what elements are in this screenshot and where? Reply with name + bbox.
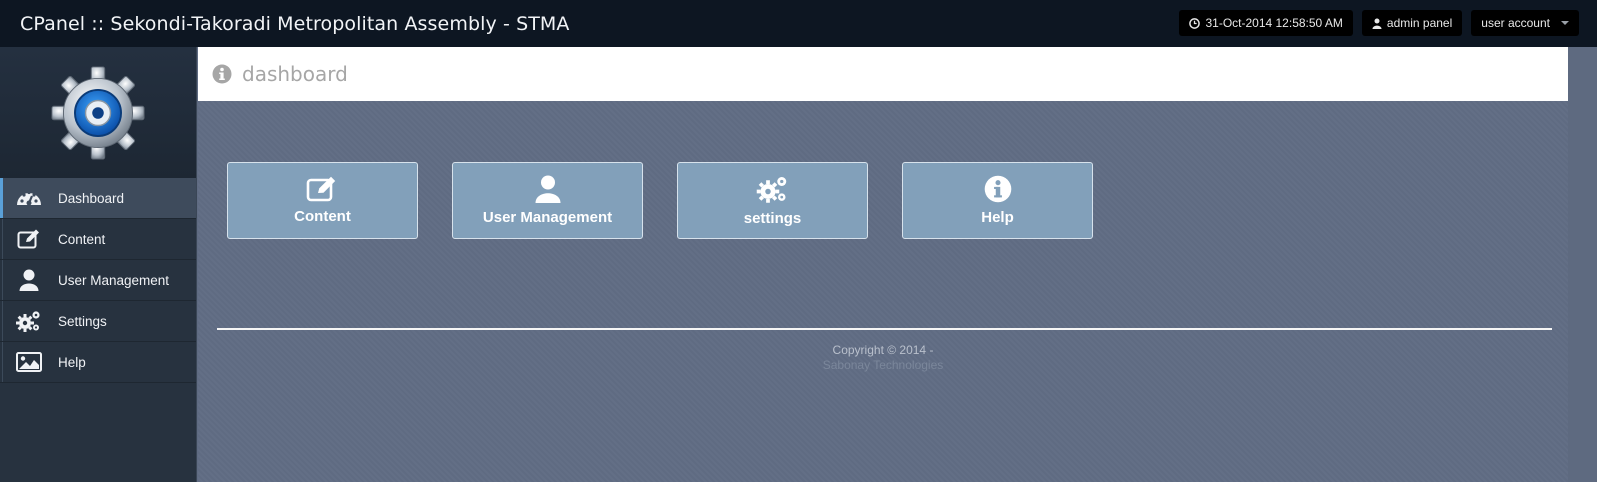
page-scrollbar[interactable] [1568,47,1597,482]
admin-panel-button[interactable]: admin panel [1361,10,1463,36]
logo-area [0,47,196,178]
datetime-text: 31-Oct-2014 12:58:50 AM [1205,16,1343,30]
tile-label: Help [981,209,1014,226]
edit-icon [0,229,58,249]
dashboard-icon [0,187,58,209]
page-header: dashboard [198,47,1568,101]
gear-logo-icon [51,65,145,160]
footer: Copyright © 2014 - Sabonay Technologies [198,343,1568,373]
info-icon [212,64,232,84]
tile-label: Content [294,208,351,225]
shortcut-tiles: Content User Management settings Help [227,162,1093,239]
sidebar-item-user-management[interactable]: User Management [0,260,196,301]
help-tile-button[interactable]: Help [902,162,1093,239]
clock-icon [1189,17,1201,29]
datetime-badge: 31-Oct-2014 12:58:50 AM [1179,10,1353,36]
sidebar-item-label: Help [58,354,86,370]
user-management-tile-button[interactable]: User Management [452,162,643,239]
sidebar-item-settings[interactable]: Settings [0,301,196,342]
sidebar-item-label: Settings [58,313,107,329]
footer-divider [217,328,1552,330]
top-bar: CPanel :: Sekondi-Takoradi Metropolitan … [0,0,1597,47]
page-title: dashboard [242,62,348,86]
tile-label: User Management [482,209,613,226]
gears-icon [756,177,786,203]
info-icon [984,175,1011,203]
user-account-dropdown[interactable]: user account [1471,10,1579,36]
settings-tile-button[interactable]: settings [677,162,868,239]
user-icon [1372,18,1382,29]
sidebar-item-content[interactable]: Content [0,219,196,260]
picture-icon [0,352,58,372]
user-icon [535,175,560,203]
gears-icon [0,309,58,333]
sidebar-item-label: Dashboard [58,190,125,206]
content-tile-button[interactable]: Content [227,162,418,239]
sidebar-item-help[interactable]: Help [0,342,196,383]
sidebar-nav: Dashboard Content User Management Settin… [0,178,196,383]
edit-icon [306,176,335,202]
user-account-label: user account [1481,16,1550,30]
admin-panel-label: admin panel [1386,16,1453,30]
tile-label: settings [743,210,802,227]
copyright-text: Copyright © 2014 - [832,343,934,357]
top-bar-actions: 31-Oct-2014 12:58:50 AM admin panel user… [1179,10,1579,36]
caret-down-icon [1561,21,1569,25]
sidebar-item-label: Content [58,231,106,247]
company-link[interactable]: Sabonay Technologies [198,358,1568,373]
sidebar-item-label: User Management [58,272,170,288]
main-content: Content User Management settings Help Co… [198,101,1568,482]
user-icon [0,269,58,291]
app-title: CPanel :: Sekondi-Takoradi Metropolitan … [20,12,570,35]
sidebar-item-dashboard[interactable]: Dashboard [0,178,196,219]
sidebar: Dashboard Content User Management Settin… [0,47,197,482]
